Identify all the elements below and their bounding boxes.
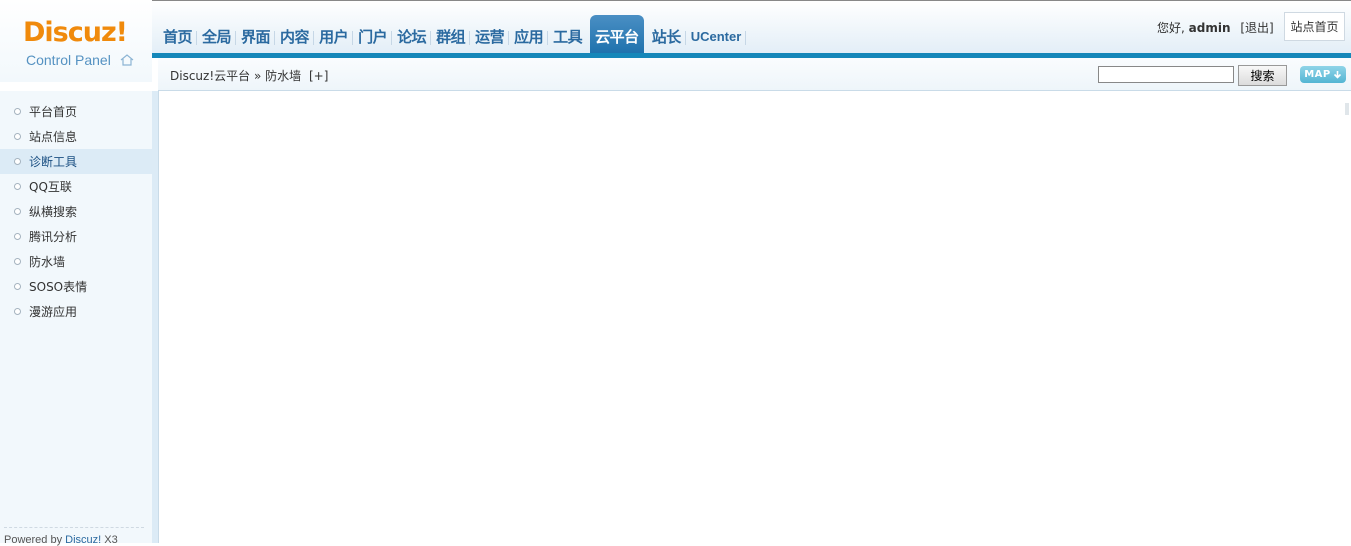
nav-item-tools[interactable]: 工具: [548, 15, 587, 53]
sidebar-item-label: QQ互联: [29, 180, 72, 194]
sidebar-item-manyou-apps[interactable]: 漫游应用: [0, 299, 152, 324]
sidebar-item-platform-home[interactable]: 平台首页: [0, 99, 152, 124]
bullet-icon: [14, 283, 21, 290]
nav-item-founder[interactable]: 站长: [647, 15, 686, 53]
sidebar-item-label: 纵横搜索: [29, 205, 78, 219]
powered-by-footer: Powered by Discuz! X3: [4, 527, 144, 546]
bullet-icon: [14, 108, 21, 115]
site-home-button[interactable]: 站点首页: [1284, 12, 1345, 41]
sidebar-item-label: 站点信息: [29, 130, 78, 144]
bullet-icon: [14, 258, 21, 265]
nav-item-plugin[interactable]: 应用: [509, 15, 549, 53]
arrow-down-icon: [1333, 71, 1341, 79]
sidebar-item-search[interactable]: 纵横搜索: [0, 199, 152, 224]
footer-suffix: X3: [101, 534, 118, 546]
home-icon: [120, 54, 134, 66]
nav-item-global[interactable]: 全局: [197, 15, 237, 53]
nav-item-portal[interactable]: 门户: [353, 15, 393, 53]
sidebar-item-site-info[interactable]: 站点信息: [0, 124, 152, 149]
sidebar-item-soso-emoji[interactable]: SOSO表情: [0, 274, 152, 299]
nav-item-ucenter[interactable]: UCenter: [686, 15, 747, 53]
discuz-link[interactable]: Discuz!: [65, 534, 101, 546]
bullet-icon: [14, 183, 21, 190]
logo-subtitle: Control Panel: [26, 52, 111, 68]
sidebar-item-qq-connect[interactable]: QQ互联: [0, 174, 152, 199]
sidebar-item-label: 腾讯分析: [29, 230, 78, 244]
search-button[interactable]: 搜索: [1238, 65, 1287, 86]
logo-brand: Discuz!: [23, 17, 128, 48]
sidebar: 平台首页 站点信息 诊断工具 QQ互联 纵横搜索 腾讯分析 防水墙 SOSO表情…: [0, 91, 152, 546]
nav-item-content[interactable]: 内容: [275, 15, 315, 53]
add-shortcut-link[interactable]: [+]: [309, 69, 328, 83]
greeting-text: 您好,: [1157, 21, 1185, 35]
sidebar-item-analytics[interactable]: 腾讯分析: [0, 224, 152, 249]
breadcrumb-path: Discuz!云平台 » 防水墙: [170, 69, 302, 83]
bullet-icon: [14, 233, 21, 240]
bullet-icon: [14, 308, 21, 315]
sidebar-item-label: 诊断工具: [29, 155, 78, 169]
nav-item-group[interactable]: 群组: [431, 15, 471, 53]
main-nav: 首页 全局 界面 内容 用户 门户 论坛 群组 运营 应用 工具 云平台 站长 …: [158, 15, 746, 53]
bullet-icon: [14, 208, 21, 215]
sidebar-item-diagnostic-tools[interactable]: 诊断工具: [0, 149, 152, 174]
nav-item-style[interactable]: 界面: [236, 15, 276, 53]
bullet-icon: [14, 133, 21, 140]
sidebar-item-label: SOSO表情: [29, 280, 88, 294]
breadcrumb: Discuz!云平台 » 防水墙 [+]: [170, 67, 328, 84]
nav-item-operation[interactable]: 运营: [470, 15, 510, 53]
nav-item-user[interactable]: 用户: [314, 15, 354, 53]
footer-prefix: Powered by: [4, 534, 66, 546]
sidebar-item-firewall[interactable]: 防水墙: [0, 249, 152, 274]
username: admin: [1188, 21, 1231, 35]
sidebar-item-label: 平台首页: [29, 105, 78, 119]
logo[interactable]: Discuz! Control Panel: [0, 0, 152, 82]
bullet-icon: [14, 158, 21, 165]
nav-item-cloud[interactable]: 云平台: [590, 15, 644, 53]
sidebar-item-label: 漫游应用: [29, 305, 78, 319]
main-content-frame: [158, 91, 1351, 543]
scrollbar[interactable]: [1345, 103, 1349, 115]
logout-link[interactable]: [退出]: [1240, 21, 1273, 35]
user-box: 您好, admin [退出]: [1157, 19, 1274, 36]
sidebar-item-label: 防水墙: [29, 255, 66, 269]
nav-item-home[interactable]: 首页: [158, 15, 198, 53]
search-input[interactable]: [1098, 66, 1234, 83]
map-button-label: MAP: [1304, 69, 1331, 80]
map-button[interactable]: MAP: [1300, 66, 1346, 83]
nav-item-forum[interactable]: 论坛: [392, 15, 432, 53]
breadcrumb-bar: Discuz!云平台 » 防水墙 [+] 搜索 MAP: [158, 58, 1351, 91]
